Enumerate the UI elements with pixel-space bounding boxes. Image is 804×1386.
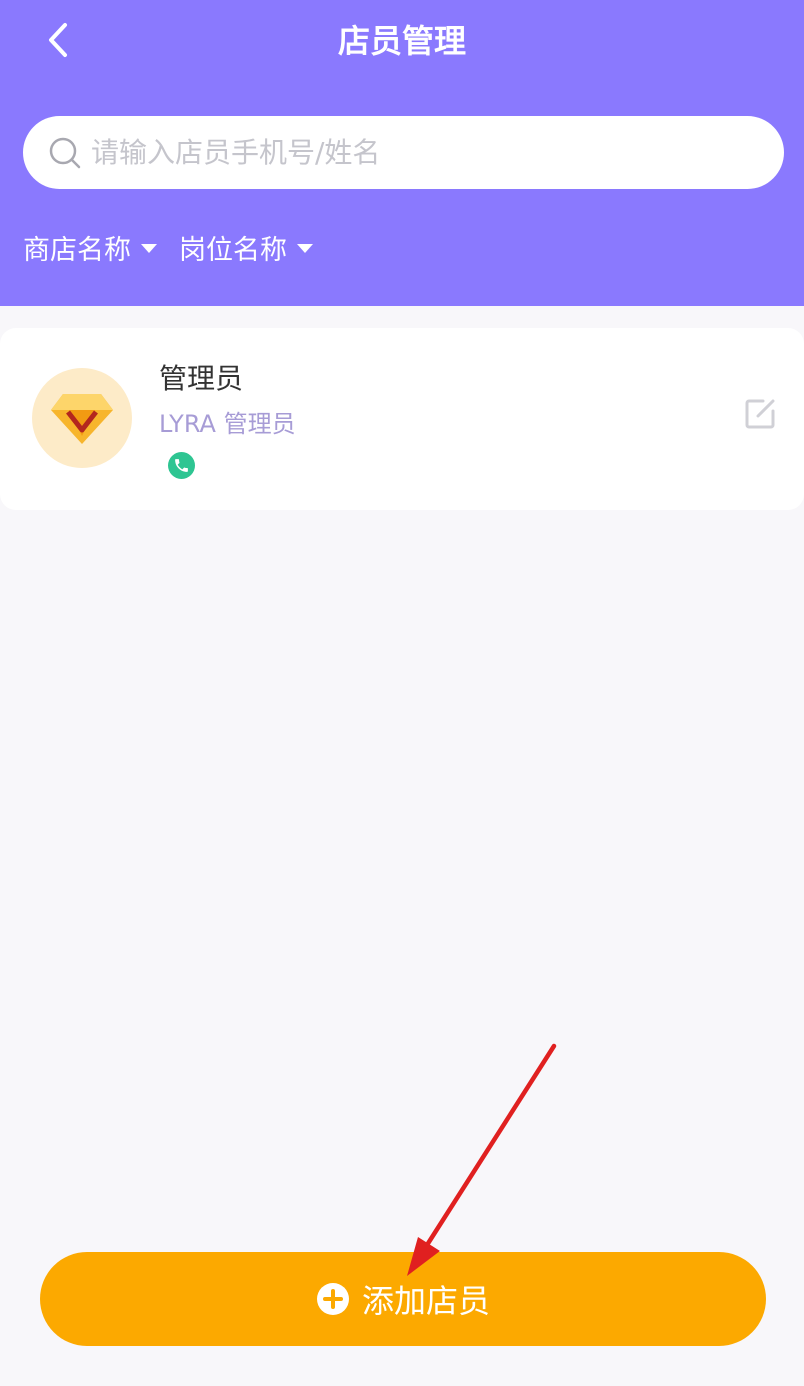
filter-label: 岗位名称 <box>179 234 287 266</box>
diamond-icon <box>51 394 113 444</box>
add-staff-button[interactable]: 添加店员 <box>40 1252 766 1346</box>
member-role: LYRA 管理员 <box>159 410 296 438</box>
filter-bar: 商店名称 岗位名称 <box>23 222 335 272</box>
caret-down-icon <box>141 243 157 253</box>
filter-position-name[interactable]: 岗位名称 <box>179 228 313 267</box>
phone-icon[interactable] <box>168 452 195 479</box>
filter-store-name[interactable]: 商店名称 <box>23 228 157 267</box>
avatar <box>32 368 132 468</box>
page-title: 店员管理 <box>337 22 466 60</box>
filter-label: 商店名称 <box>23 234 131 266</box>
search-input[interactable] <box>91 122 731 183</box>
member-name: 管理员 <box>159 362 244 395</box>
header-bar: 店员管理 商店名称 岗位名称 <box>0 0 804 306</box>
plus-circle-icon <box>316 1282 350 1316</box>
edit-icon[interactable] <box>740 394 780 434</box>
add-staff-label: 添加店员 <box>361 1282 490 1320</box>
search-box[interactable] <box>23 116 784 189</box>
search-icon <box>47 135 83 171</box>
caret-down-icon <box>297 243 313 253</box>
member-card[interactable]: 管理员 LYRA 管理员 <box>0 328 804 510</box>
